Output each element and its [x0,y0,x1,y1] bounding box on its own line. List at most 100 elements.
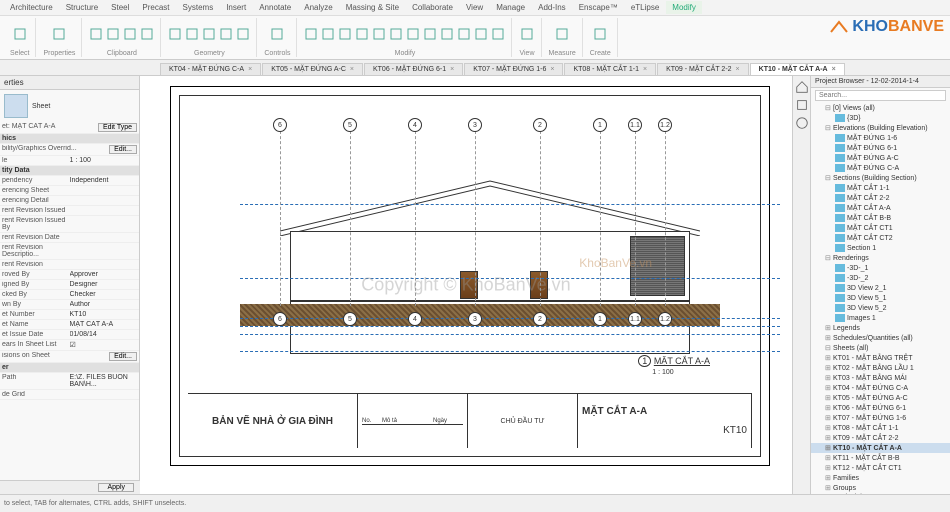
close-icon[interactable]: × [550,66,554,73]
ribbon-tab-insert[interactable]: Insert [220,1,252,14]
props-row[interactable]: cked ByChecker [0,290,139,300]
tree-item[interactable]: ⊞KT02 - MẶT BẰNG LẦU 1 [811,363,950,373]
props-row[interactable]: erencing Sheet [0,186,139,196]
tree-item[interactable]: ⊞KT06 - MẶT ĐỨNG 6-1 [811,403,950,413]
ribbon-tab-modify[interactable]: Modify [666,1,702,14]
tree-toggle-icon[interactable]: ⊞ [825,414,833,422]
tree-item[interactable]: ⊟Sheets (all) [811,343,950,353]
tree-item[interactable]: 3D View 5_1 [811,293,950,303]
props-section-header[interactable]: tity Data [0,166,139,176]
ribbon-tab-massingsite[interactable]: Massing & Site [340,1,405,14]
tree-item[interactable]: ⊞KT08 - MẶT CẮT 1-1 [811,423,950,433]
props-row[interactable]: rent Revision Issued By [0,216,139,233]
props-row[interactable]: pendencyIndependent [0,176,139,186]
tree-item[interactable]: ⊞KT05 - MẶT ĐỨNG A-C [811,393,950,403]
tree-item[interactable]: Images 1 [811,313,950,323]
tree-toggle-icon[interactable]: ⊞ [825,364,833,372]
tree-item[interactable]: ⊞KT10 - MẶT CẮT A-A [811,443,950,453]
tree-toggle-icon[interactable]: ⊞ [825,444,833,452]
nav-cube-icon[interactable] [795,98,809,112]
tree-item[interactable]: -3D-_1 [811,263,950,273]
props-row[interactable]: wn ByAuthor [0,300,139,310]
sheet-type-label[interactable]: Sheet [32,103,50,110]
copy-button[interactable] [123,27,137,41]
tree-toggle-icon[interactable]: ⊞ [825,324,833,332]
tree-item[interactable]: MẶT CẮT 2-2 [811,193,950,203]
tree-item[interactable]: MẶT ĐỨNG 1-6 [811,133,950,143]
view-tab[interactable]: KT06 - MẶT ĐỨNG 6-1× [364,63,463,75]
props-row[interactable]: rent Revision Issued [0,206,139,216]
tree-toggle-icon[interactable]: ⊟ [825,104,833,112]
view-tab[interactable]: KT05 - MẶT ĐỨNG A-C× [262,63,363,75]
tree-item[interactable]: MẶT CẮT A-A [811,203,950,213]
tree-toggle-icon[interactable]: ⊟ [825,174,833,182]
tree-item[interactable]: MẶT CẮT CT2 [811,233,950,243]
tree-item[interactable]: ⊟Elevations (Building Elevation) [811,123,950,133]
browser-search-input[interactable] [815,90,946,101]
props-row[interactable]: erencing Detail [0,196,139,206]
view1-button[interactable] [520,27,534,41]
ribbon-tab-analyze[interactable]: Analyze [298,1,338,14]
close-icon[interactable]: × [643,66,647,73]
tree-item[interactable]: ⊞KT09 - MẶT CẮT 2-2 [811,433,950,443]
tree-item[interactable]: -3D-_2 [811,273,950,283]
tree-item[interactable]: ⊞KT07 - MẶT ĐỨNG 1-6 [811,413,950,423]
props-row[interactable]: igned ByDesigner [0,280,139,290]
view-tab[interactable]: KT09 - MẶT CẮT 2-2× [657,63,749,75]
ribbon-tab-enscape[interactable]: Enscape™ [573,1,624,14]
tree-item[interactable]: ⊞Families [811,473,950,483]
ribbon-tab-systems[interactable]: Systems [177,1,220,14]
cut-geo-button[interactable] [185,27,199,41]
mirror-button[interactable] [338,27,352,41]
tree-item[interactable]: Revit Links [811,493,950,494]
close-icon[interactable]: × [450,66,454,73]
ribbon-tab-addins[interactable]: Add-Ins [532,1,572,14]
tree-toggle-icon[interactable]: ⊞ [825,434,833,442]
ribbon-tab-collaborate[interactable]: Collaborate [406,1,459,14]
scale-button[interactable] [474,27,488,41]
ribbon-tab-architecture[interactable]: Architecture [4,1,59,14]
tree-item[interactable]: MẶT CẮT 1-1 [811,183,950,193]
trim-button[interactable] [406,27,420,41]
join-button[interactable] [202,27,216,41]
ribbon-tab-manage[interactable]: Manage [490,1,531,14]
tree-toggle-icon[interactable]: ⊞ [825,454,833,462]
view-tab[interactable]: KT04 - MẶT ĐỨNG C-A× [160,63,261,75]
tree-item[interactable]: ⊟Sections (Building Section) [811,173,950,183]
nav-home-icon[interactable] [795,80,809,94]
rotate-button[interactable] [389,27,403,41]
props-row[interactable]: PathE:\Z. FILES BUON BAN\H... [0,373,139,390]
tree-item[interactable]: MẶT ĐỨNG 6-1 [811,143,950,153]
pin-button[interactable] [440,27,454,41]
tree-item[interactable]: MẶT ĐỨNG C-A [811,163,950,173]
move-button[interactable] [355,27,369,41]
props-row[interactable]: et Issue Date01/08/14 [0,330,139,340]
tree-item[interactable]: ⊞Schedules/Quantities (all) [811,333,950,343]
tree-item[interactable]: ⊞Groups [811,483,950,493]
props-row[interactable]: roved ByApprover [0,270,139,280]
close-icon[interactable]: × [248,66,252,73]
view-tab[interactable]: KT07 - MẶT ĐỨNG 1-6× [464,63,563,75]
view-tab[interactable]: KT08 - MẶT CẮT 1-1× [564,63,656,75]
match-button[interactable] [140,27,154,41]
split-button[interactable] [423,27,437,41]
array-button[interactable] [457,27,471,41]
view-tab[interactable]: KT10 - MẶT CẮT A-A× [750,63,845,75]
cope-button[interactable] [168,27,182,41]
tree-item[interactable]: 3D View 2_1 [811,283,950,293]
instance-selector[interactable]: et: MẶT CẮT A-A [2,123,98,132]
props-row[interactable]: ears In Sheet List☑ [0,340,139,351]
nav-wheel-icon[interactable] [795,116,809,130]
props-row[interactable]: rent Revision [0,260,139,270]
tree-item[interactable]: ⊟Renderings [811,253,950,263]
props-row[interactable]: et NumberKT10 [0,310,139,320]
paint-button[interactable] [219,27,233,41]
tree-toggle-icon[interactable]: ⊟ [825,344,833,352]
modify-button[interactable] [13,27,27,41]
props-row[interactable]: rent Revision Date [0,233,139,243]
tree-toggle-icon[interactable]: ⊞ [825,384,833,392]
props-section-header[interactable]: er [0,363,139,373]
props-row[interactable]: le1 : 100 [0,156,139,166]
tree-toggle-icon[interactable]: ⊞ [825,464,833,472]
tree-item[interactable]: ⊞KT11 - MẶT CẮT B-B [811,453,950,463]
